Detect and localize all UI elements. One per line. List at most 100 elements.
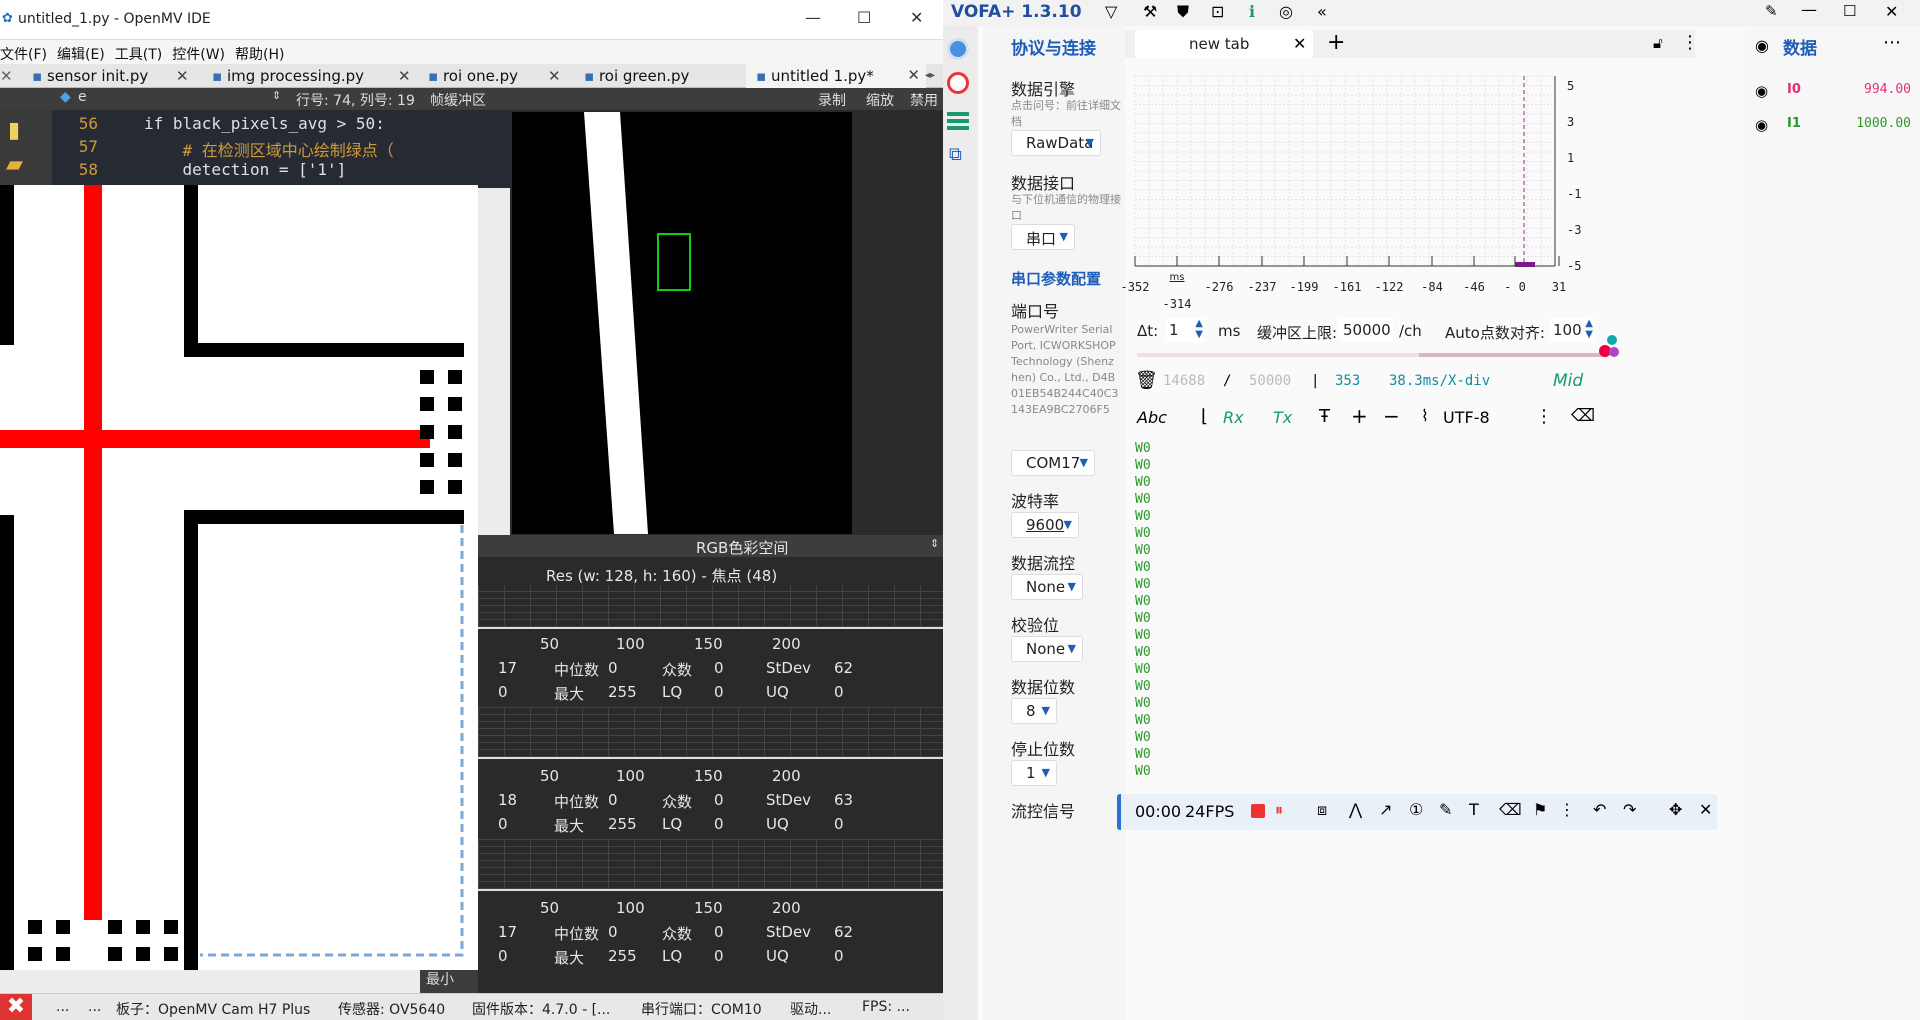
close-icon[interactable]: ✕	[910, 8, 923, 27]
channel-row[interactable]: ◉ I0 994.00	[1745, 80, 1920, 104]
wrench-icon[interactable]: ⚒	[1143, 2, 1157, 21]
minimize-icon[interactable]: —	[1801, 0, 1817, 19]
stopbits-select[interactable]: 1 ▼	[1011, 760, 1057, 786]
move-icon[interactable]: ✥	[1669, 800, 1682, 819]
buffer-input[interactable]: 50000	[1339, 318, 1393, 342]
maximize-icon[interactable]: ☐	[1843, 2, 1856, 20]
close-icon[interactable]: ✕	[1699, 800, 1712, 819]
databits-select[interactable]: 8 ▼	[1011, 698, 1057, 724]
tab-close-icon[interactable]: ✕	[0, 64, 13, 88]
maximize-icon[interactable]: ☐	[857, 8, 871, 27]
fingerprint-icon[interactable]: ◎	[1279, 2, 1293, 21]
port-select[interactable]: COM17 ▼	[1011, 450, 1095, 476]
minimize-icon[interactable]: —	[805, 8, 821, 27]
spin-icon[interactable]: ▲ ▼	[1195, 318, 1203, 340]
undo-icon[interactable]: ↶	[1593, 800, 1606, 819]
console-output[interactable]: W0 W0 W0 W0 W0 W0 W0 W0 W0 W0 W0 W0 W0 W0 W0 W0 W0 W0 W0 W0	[1135, 440, 1695, 780]
close-icon[interactable]: ✕	[1885, 2, 1898, 21]
more-icon[interactable]: ⋮	[1535, 406, 1553, 427]
tab-img-processing[interactable]: ▪ img processing.py	[212, 64, 364, 88]
menu-file[interactable]: 文件(F)	[0, 40, 57, 64]
number-icon[interactable]: ①	[1409, 800, 1423, 819]
more-icon[interactable]: ⋯	[1883, 32, 1901, 53]
tab-close-icon[interactable]: ✕	[176, 64, 189, 88]
eraser-icon[interactable]: ⌫	[1499, 800, 1522, 819]
tx-toggle[interactable]: Tx	[1273, 408, 1292, 427]
stop-icon[interactable]: ✖	[0, 994, 32, 1020]
colorspace-select[interactable]: RGB色彩空间 ⇕	[478, 535, 943, 557]
redo-icon[interactable]: ↷	[1623, 800, 1636, 819]
shapes-icon[interactable]: ⧈	[1317, 800, 1327, 820]
engine-select[interactable]: RawData ▼	[1011, 130, 1101, 156]
text-icon[interactable]: T	[1469, 800, 1479, 819]
text-mode-button[interactable]: Abc	[1137, 408, 1167, 427]
screenshot-icon[interactable]: ⊡	[1211, 2, 1224, 21]
eraser-icon[interactable]: ⌫	[1571, 406, 1595, 426]
tab-roi-one[interactable]: ▪ roi one.py	[428, 64, 518, 88]
auto-align-input[interactable]: 100 ▲ ▼	[1549, 318, 1595, 342]
interface-select[interactable]: 串口 ▼	[1011, 224, 1075, 250]
flow-select[interactable]: None ▼	[1011, 574, 1083, 600]
tab-scroll-icon[interactable]: ◂▸	[925, 64, 935, 88]
dt-input[interactable]: 1 ▲ ▼	[1165, 318, 1205, 342]
add-tab-icon[interactable]: +	[1327, 30, 1345, 55]
shirt-icon[interactable]: ⛊	[1177, 2, 1189, 22]
connect-nav-icon[interactable]	[947, 38, 969, 60]
vofa-logo-icon[interactable]: ▽	[1105, 2, 1117, 21]
arrow-icon[interactable]: ↗	[1379, 800, 1392, 819]
hook-icon[interactable]: ⌊	[1201, 406, 1208, 427]
encoding-select[interactable]: UTF-8	[1443, 408, 1490, 427]
slider-handle[interactable]	[1607, 335, 1617, 345]
tab-sensor-init[interactable]: ▪ sensor init.py	[32, 64, 148, 88]
zoom-button[interactable]: 缩放	[866, 90, 894, 110]
tab-roi-green[interactable]: ▪ roi green.py	[584, 64, 689, 88]
eye-icon[interactable]: ◉	[1755, 36, 1769, 55]
tab-new-tab[interactable]: new tab ✕	[1135, 30, 1313, 58]
updown-icon[interactable]: ⇕	[272, 89, 281, 102]
filter-input[interactable]: e	[78, 89, 87, 105]
collapse-icon[interactable]: «	[1317, 2, 1327, 21]
tab-untitled[interactable]: ▪ untitled 1.py* ✕	[746, 64, 926, 88]
close-icon[interactable]: ✕	[1293, 34, 1306, 53]
more-icon[interactable]: ⋮	[1681, 32, 1699, 53]
new-file-icon[interactable]: ▮	[8, 118, 20, 143]
mid-mode-toggle[interactable]: Mid	[1553, 371, 1583, 391]
menu-edit[interactable]: 编辑(E)	[57, 40, 115, 64]
highlighter-icon[interactable]: ⚑	[1533, 800, 1547, 819]
open-folder-icon[interactable]: ▰	[6, 152, 23, 177]
copy-nav-icon[interactable]: ⧉	[949, 144, 962, 165]
lock-icon[interactable]: 🔓︎	[1653, 34, 1663, 52]
menu-widgets[interactable]: 控件(W)	[172, 40, 235, 64]
disable-button[interactable]: 禁用	[910, 90, 938, 110]
record-button[interactable]: 录制	[818, 90, 846, 110]
eye-icon[interactable]: ◉	[1755, 116, 1768, 134]
menu-tools[interactable]: 工具(T)	[115, 40, 172, 64]
zoom-in-icon[interactable]: +	[1351, 404, 1368, 428]
widgets-nav-icon[interactable]	[947, 110, 969, 130]
record-icon[interactable]	[1251, 804, 1265, 818]
engine-hint[interactable]: 点击问号：前往详细文档	[1011, 98, 1121, 130]
more-icon[interactable]: ⋮	[1559, 800, 1575, 819]
tab-close-icon[interactable]: ✕	[398, 64, 411, 88]
rx-toggle[interactable]: Rx	[1223, 408, 1244, 427]
pen-icon[interactable]: ✎	[1439, 800, 1452, 819]
parity-select[interactable]: None ▼	[1011, 636, 1083, 662]
polyline-icon[interactable]: ⋀	[1349, 800, 1362, 819]
baud-select[interactable]: 9600 ▼	[1011, 512, 1079, 538]
tab-close-icon[interactable]: ✕	[907, 66, 920, 84]
menu-help[interactable]: 帮助(H)	[235, 40, 294, 64]
slider-handle[interactable]	[1609, 347, 1619, 357]
record-nav-icon[interactable]	[947, 72, 969, 94]
eye-icon[interactable]: ◉	[1755, 82, 1768, 100]
buffer-slider[interactable]	[1137, 335, 1619, 357]
code-editor[interactable]: 56 if black_pixels_avg > 50: 57 # 在检测区域中…	[52, 110, 562, 188]
zoom-out-icon[interactable]: −	[1383, 404, 1400, 428]
waveform-plot[interactable]: -352 -314 -276 -237 -199 -161 -122 -84 -46- 0 31 m…	[1121, 75, 1655, 311]
format-icon[interactable]: Ŧ	[1319, 406, 1330, 427]
tab-close-icon[interactable]: ✕	[548, 64, 561, 88]
pin-icon[interactable]: ✎	[1765, 2, 1778, 20]
spin-icon[interactable]: ▲ ▼	[1585, 318, 1593, 340]
trash-icon[interactable]: 🗑︎	[1135, 370, 1158, 391]
pause-icon[interactable]: ⏸︎	[1275, 800, 1283, 820]
info-icon[interactable]: ℹ	[1249, 2, 1255, 21]
